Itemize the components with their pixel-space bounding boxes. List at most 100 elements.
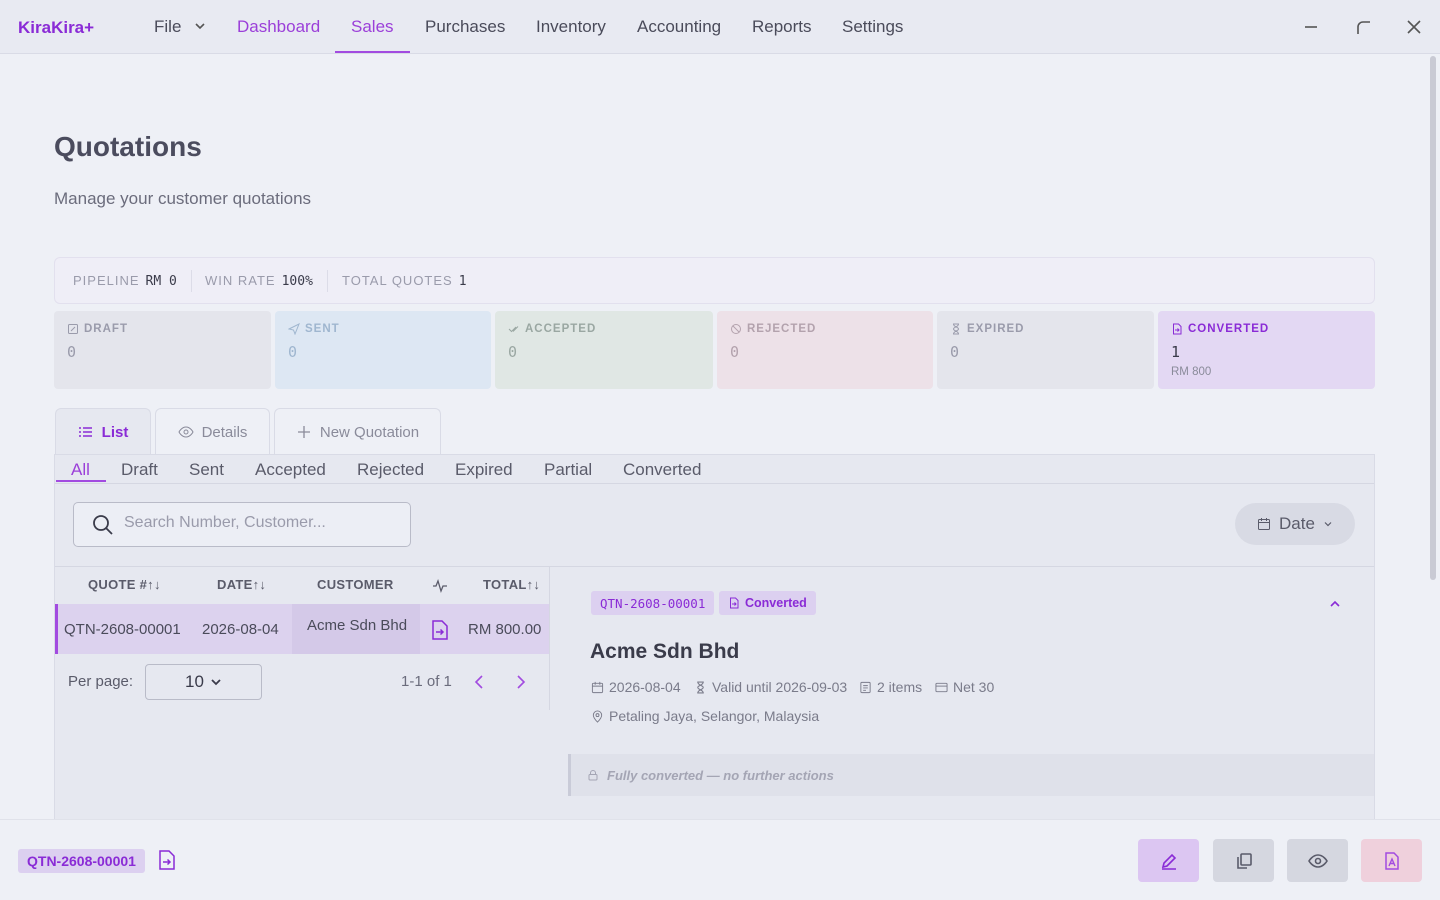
card-expired-value: 0 [950,343,960,361]
filter-draft[interactable]: Draft [121,460,158,480]
card-draft[interactable]: DRAFT 0 [54,311,271,389]
card-converted-value: 1 [1171,343,1181,361]
per-page-label: Per page: [68,673,134,690]
maximize-icon[interactable] [1352,16,1374,38]
export-pdf-button[interactable] [1361,839,1422,882]
chevron-up-icon[interactable] [1328,597,1342,611]
chevron-left-icon[interactable] [473,674,487,690]
file-convert-icon [730,597,739,609]
menu-accounting[interactable]: Accounting [637,17,721,37]
filter-all[interactable]: All [71,460,90,480]
detail-items-text: 2 items [877,679,923,695]
column-date[interactable]: DATE↑↓ [217,577,266,592]
detail-date: 2026-08-04 [591,679,681,695]
tab-details[interactable]: Details [155,408,270,455]
detail-date-text: 2026-08-04 [609,679,681,695]
column-date-label: DATE [217,577,253,592]
document-icon [860,681,871,693]
menu-dashboard[interactable]: Dashboard [237,17,320,37]
search-box[interactable] [73,502,411,547]
card-sent[interactable]: SENT 0 [275,311,491,389]
chevron-right-icon[interactable] [513,674,527,690]
card-accepted[interactable]: ACCEPTED 0 [495,311,713,389]
filter-rejected[interactable]: Rejected [357,460,424,480]
search-input[interactable] [124,514,394,532]
card-converted-amount: RM 800 [1171,366,1212,378]
filter-sent[interactable]: Sent [189,460,224,480]
card-expired[interactable]: EXPIRED 0 [937,311,1154,389]
card-converted-label: CONVERTED [1188,323,1270,335]
close-icon[interactable] [1403,16,1425,38]
eye-icon [1307,853,1328,868]
preview-button[interactable] [1287,839,1348,882]
eye-icon [178,426,194,438]
filter-active-indicator [56,480,106,482]
page-subtitle: Manage your customer quotations [54,189,312,208]
detail-status-badge: Converted [719,591,816,615]
column-quote[interactable]: QUOTE #↑↓ [88,577,161,592]
filter-expired[interactable]: Expired [455,460,513,480]
chevron-down-icon [211,679,221,686]
pdf-icon [1384,851,1399,870]
stat-pipeline: PIPELINE RM 0 [73,273,177,289]
card-converted[interactable]: CONVERTED 1 RM 800 [1158,311,1375,389]
menu-settings[interactable]: Settings [842,17,903,37]
pencil-icon [1161,853,1176,870]
lock-icon [588,770,598,781]
filter-partial[interactable]: Partial [544,460,592,480]
filter-divider [55,483,1374,484]
menu-file[interactable]: File [154,17,206,37]
detail-terms-text: Net 30 [953,679,995,695]
card-draft-value: 0 [67,343,77,361]
scrollbar[interactable] [1430,56,1436,580]
list-detail-divider [549,566,550,710]
page-title: Quotations [54,131,202,162]
row-quote-number: QTN-2608-00001 [64,621,181,638]
filter-converted[interactable]: Converted [623,460,701,480]
duplicate-button[interactable] [1213,839,1274,882]
tab-new-quotation[interactable]: New Quotation [274,408,441,455]
bottom-quote-badge: QTN-2608-00001 [18,849,145,873]
minimize-icon[interactable] [1300,16,1322,38]
detail-location: Petaling Jaya, Selangor, Malaysia [591,708,819,724]
menu-purchases[interactable]: Purchases [425,17,505,37]
filter-accepted[interactable]: Accepted [255,460,326,480]
draft-icon [68,324,78,334]
tab-list[interactable]: List [55,408,151,455]
content-divider [55,566,1374,567]
menu-inventory[interactable]: Inventory [536,17,606,37]
file-convert-icon[interactable] [158,850,176,870]
edit-button[interactable] [1138,839,1199,882]
top-bar: KiraKira+ File Dashboard Sales Purchases… [0,0,1440,54]
column-customer[interactable]: CUSTOMER [317,577,394,592]
list-icon [78,427,92,437]
sort-icon: ↑↓ [526,577,541,592]
row-date: 2026-08-04 [202,621,279,638]
app-brand: KiraKira+ [18,18,95,37]
detail-validity: Valid until 2026-09-03 [694,679,847,695]
tab-new-quotation-label: New Quotation [319,423,420,441]
detail-location-text: Petaling Jaya, Selangor, Malaysia [609,708,820,724]
stats-bar: PIPELINE RM 0 WIN RATE 100% TOTAL QUOTES 1 [54,257,1375,304]
pagination-range: 1-1 of 1 [401,673,452,690]
stat-pipeline-value: RM 0 [145,274,177,289]
card-rejected[interactable]: REJECTED 0 [717,311,933,389]
menu-reports[interactable]: Reports [752,17,812,37]
row-total: RM 800.00 [468,621,542,638]
sort-icon: ↑↓ [147,577,161,592]
stat-winrate-value: 100% [281,274,313,289]
sort-icon: ↑↓ [252,577,267,592]
stat-total-value: 1 [458,274,467,289]
card-expired-label: EXPIRED [967,323,1025,335]
menu-sales[interactable]: Sales [351,17,394,37]
per-page-select[interactable]: 10 [145,664,262,700]
date-filter-label: Date [1279,514,1315,533]
file-convert-icon [432,620,448,640]
calendar-icon [1258,518,1271,530]
menu-active-indicator [335,51,410,53]
column-total[interactable]: TOTAL↑↓ [483,577,540,592]
tab-list-label: List [101,423,129,441]
date-filter-button[interactable]: Date [1235,503,1355,545]
row-customer: Acme Sdn Bhd [307,617,408,634]
stat-separator [327,270,328,292]
